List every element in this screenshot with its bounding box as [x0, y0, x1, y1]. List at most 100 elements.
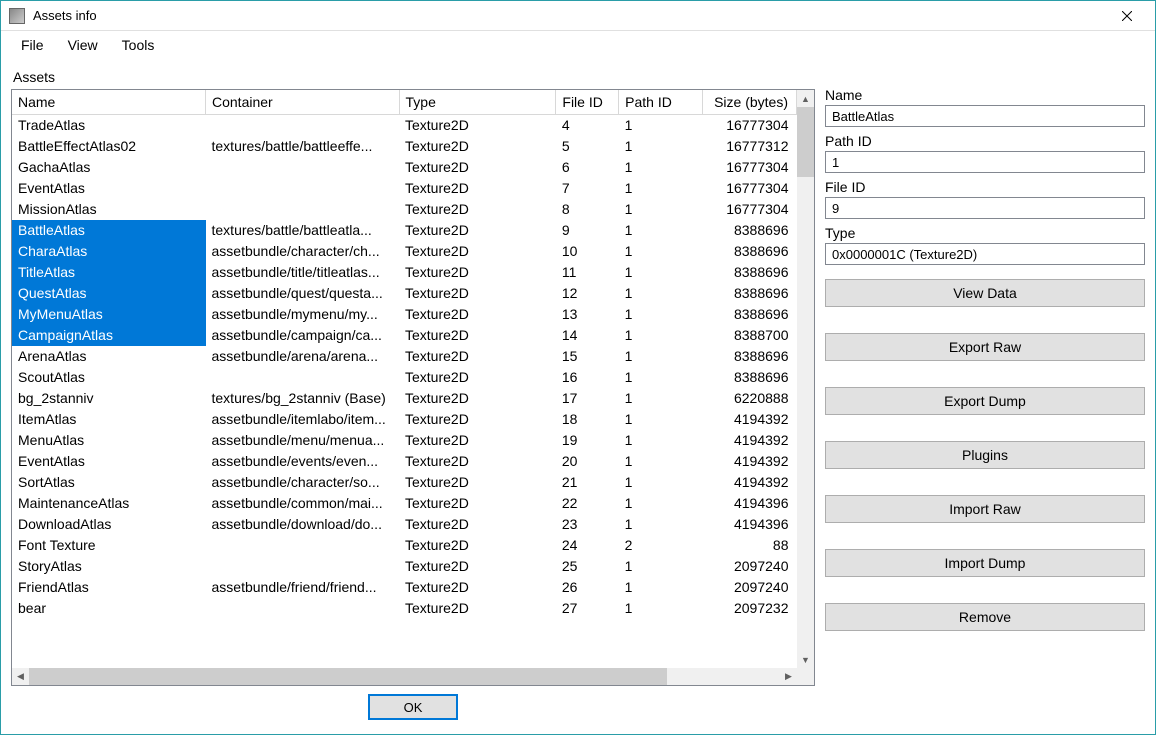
scroll-up-icon[interactable]: ▲ [797, 90, 814, 107]
table-row[interactable]: GachaAtlasTexture2D6116777304 [12, 157, 797, 178]
table-row[interactable]: BattleEffectAtlas02textures/battle/battl… [12, 136, 797, 157]
table-row[interactable]: CampaignAtlasassetbundle/campaign/ca...T… [12, 325, 797, 346]
cell-pathid: 1 [619, 325, 703, 346]
cell-pathid: 1 [619, 178, 703, 199]
col-header-pathid[interactable]: Path ID [619, 90, 703, 115]
close-button[interactable] [1107, 2, 1147, 30]
cell-fileid: 21 [556, 472, 619, 493]
table-row[interactable]: StoryAtlasTexture2D2512097240 [12, 556, 797, 577]
plugins-button[interactable]: Plugins [825, 441, 1145, 469]
cell-size: 8388696 [702, 241, 796, 262]
table-row[interactable]: Font TextureTexture2D24288 [12, 535, 797, 556]
table-row[interactable]: EventAtlasassetbundle/events/even...Text… [12, 451, 797, 472]
cell-fileid: 5 [556, 136, 619, 157]
menu-view[interactable]: View [56, 33, 110, 57]
cell-size: 4194392 [702, 409, 796, 430]
cell-size: 16777304 [702, 115, 796, 136]
table-row[interactable]: TitleAtlasassetbundle/title/titleatlas..… [12, 262, 797, 283]
v-scrollbar[interactable]: ▲ ▼ [797, 90, 814, 668]
cell-container [206, 367, 400, 388]
table-row[interactable]: CharaAtlasassetbundle/character/ch...Tex… [12, 241, 797, 262]
cell-size: 4194396 [702, 514, 796, 535]
cell-pathid: 1 [619, 367, 703, 388]
cell-container: assetbundle/mymenu/my... [206, 304, 400, 325]
export-dump-button[interactable]: Export Dump [825, 387, 1145, 415]
menu-tools[interactable]: Tools [110, 33, 167, 57]
cell-pathid: 1 [619, 115, 703, 136]
menubar: File View Tools [1, 31, 1155, 59]
detail-pathid-field[interactable] [825, 151, 1145, 173]
col-header-container[interactable]: Container [206, 90, 400, 115]
cell-container: textures/battle/battleatla... [206, 220, 400, 241]
cell-pathid: 1 [619, 220, 703, 241]
cell-container: assetbundle/campaign/ca... [206, 325, 400, 346]
table-row[interactable]: ItemAtlasassetbundle/itemlabo/item...Tex… [12, 409, 797, 430]
table-row[interactable]: MenuAtlasassetbundle/menu/menua...Textur… [12, 430, 797, 451]
table-row[interactable]: bg_2stannivtextures/bg_2stanniv (Base)Te… [12, 388, 797, 409]
table-row[interactable]: MyMenuAtlasassetbundle/mymenu/my...Textu… [12, 304, 797, 325]
v-scroll-track[interactable] [797, 107, 814, 651]
v-scroll-thumb[interactable] [797, 107, 814, 177]
scroll-left-icon[interactable]: ◀ [12, 668, 29, 685]
cell-container [206, 199, 400, 220]
table-row[interactable]: MaintenanceAtlasassetbundle/common/mai..… [12, 493, 797, 514]
cell-size: 16777304 [702, 178, 796, 199]
col-header-size[interactable]: Size (bytes) [702, 90, 796, 115]
cell-size: 2097240 [702, 577, 796, 598]
table-row[interactable]: QuestAtlasassetbundle/quest/questa...Tex… [12, 283, 797, 304]
detail-pathid-label: Path ID [825, 133, 1145, 149]
table-row[interactable]: bearTexture2D2712097232 [12, 598, 797, 619]
cell-type: Texture2D [399, 304, 556, 325]
table-row[interactable]: FriendAtlasassetbundle/friend/friend...T… [12, 577, 797, 598]
cell-pathid: 1 [619, 409, 703, 430]
table-row[interactable]: ArenaAtlasassetbundle/arena/arena...Text… [12, 346, 797, 367]
detail-type-field[interactable] [825, 243, 1145, 265]
cell-type: Texture2D [399, 346, 556, 367]
cell-pathid: 1 [619, 199, 703, 220]
table-row[interactable]: ScoutAtlasTexture2D1618388696 [12, 367, 797, 388]
window-title: Assets info [33, 8, 1107, 23]
view-data-button[interactable]: View Data [825, 279, 1145, 307]
assets-info-window: Assets info File View Tools Assets [0, 0, 1156, 735]
col-header-type[interactable]: Type [399, 90, 556, 115]
cell-size: 8388700 [702, 325, 796, 346]
table-row[interactable]: SortAtlasassetbundle/character/so...Text… [12, 472, 797, 493]
cell-fileid: 23 [556, 514, 619, 535]
cell-size: 16777304 [702, 199, 796, 220]
cell-name: ArenaAtlas [12, 346, 206, 367]
cell-size: 8388696 [702, 262, 796, 283]
h-scroll-track[interactable] [29, 668, 780, 685]
table-row[interactable]: EventAtlasTexture2D7116777304 [12, 178, 797, 199]
remove-button[interactable]: Remove [825, 603, 1145, 631]
table-row[interactable]: TradeAtlasTexture2D4116777304 [12, 115, 797, 136]
cell-container [206, 598, 400, 619]
col-header-fileid[interactable]: File ID [556, 90, 619, 115]
h-scrollbar[interactable]: ◀ ▶ [12, 668, 814, 685]
scroll-down-icon[interactable]: ▼ [797, 651, 814, 668]
table-row[interactable]: MissionAtlasTexture2D8116777304 [12, 199, 797, 220]
cell-type: Texture2D [399, 115, 556, 136]
titlebar: Assets info [1, 1, 1155, 31]
cell-size: 4194392 [702, 472, 796, 493]
col-header-name[interactable]: Name [12, 90, 206, 115]
detail-fileid-field[interactable] [825, 197, 1145, 219]
import-raw-button[interactable]: Import Raw [825, 495, 1145, 523]
cell-pathid: 1 [619, 493, 703, 514]
ok-button[interactable]: OK [368, 694, 458, 720]
scroll-right-icon[interactable]: ▶ [780, 668, 797, 685]
cell-fileid: 20 [556, 451, 619, 472]
ok-row: OK [11, 686, 815, 724]
table-row[interactable]: BattleAtlastextures/battle/battleatla...… [12, 220, 797, 241]
export-raw-button[interactable]: Export Raw [825, 333, 1145, 361]
cell-name: QuestAtlas [12, 283, 206, 304]
cell-fileid: 12 [556, 283, 619, 304]
cell-container: assetbundle/title/titleatlas... [206, 262, 400, 283]
table-row[interactable]: DownloadAtlasassetbundle/download/do...T… [12, 514, 797, 535]
cell-name: TitleAtlas [12, 262, 206, 283]
import-dump-button[interactable]: Import Dump [825, 549, 1145, 577]
detail-name-field[interactable] [825, 105, 1145, 127]
cell-type: Texture2D [399, 136, 556, 157]
cell-size: 16777304 [702, 157, 796, 178]
h-scroll-thumb[interactable] [29, 668, 667, 685]
menu-file[interactable]: File [9, 33, 56, 57]
